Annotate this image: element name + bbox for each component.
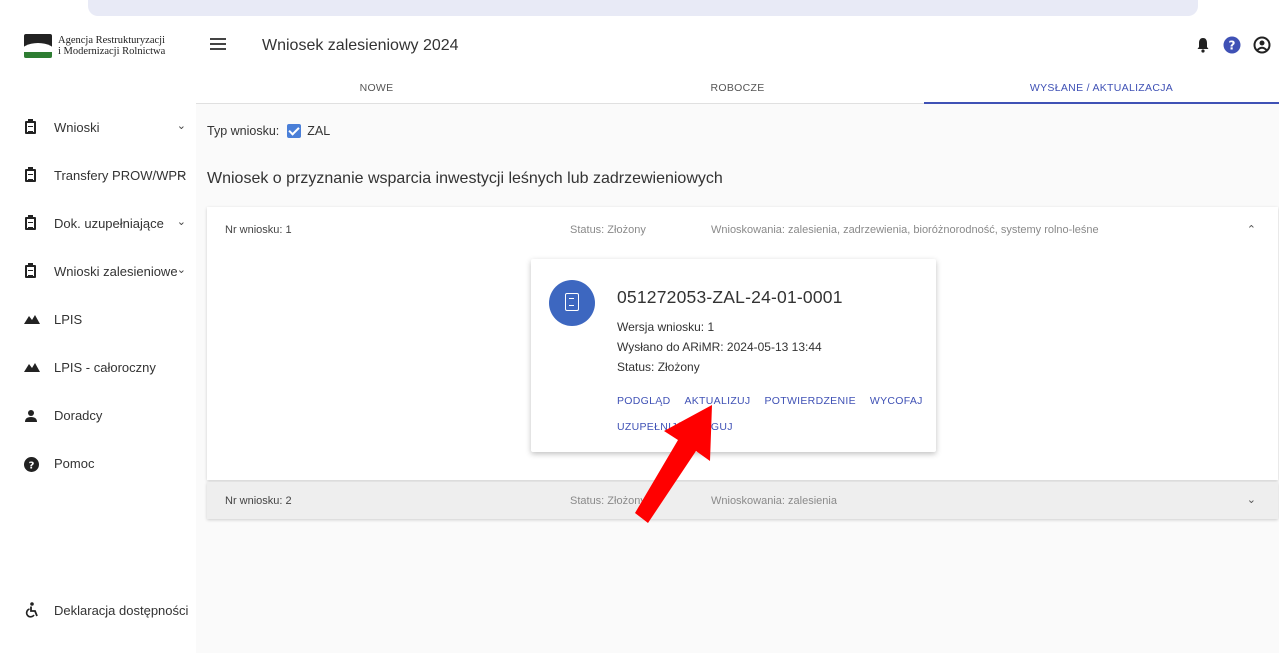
sidebar-item-label: LPIS <box>54 312 83 327</box>
application-sent-date: Wysłano do ARiMR: 2024-05-13 13:44 <box>617 340 822 354</box>
application-number: Nr wniosku: 1 <box>225 224 292 236</box>
application-card-status: Status: Złożony <box>617 360 700 374</box>
tab-wyslane-aktualizacja[interactable]: WYSŁANE / AKTUALIZACJA <box>924 72 1279 104</box>
sidebar-item-lpis[interactable]: LPIS <box>0 296 196 344</box>
application-panel-2[interactable]: Nr wniosku: 2 Status: Złożony Wnioskowan… <box>207 482 1278 519</box>
tab-robocze[interactable]: ROBOCZE <box>557 72 918 104</box>
sidebar-item-label: Wnioski <box>54 120 100 135</box>
chevron-down-icon: ⌄ <box>176 216 186 228</box>
person-icon <box>24 409 38 423</box>
sidebar-item-wnioski-zalesieniowe[interactable]: Wnioski zalesieniowe ⌄ <box>0 248 196 296</box>
card-actions: PODGLĄD AKTUALIZUJ POTWIERDZENIE WYCOFAJ <box>617 395 923 407</box>
sidebar-item-label: Pomoc <box>54 456 95 471</box>
sidebar-item-label: LPIS - całoroczny <box>54 360 156 375</box>
page-title: Wniosek zalesieniowy 2024 <box>262 37 459 54</box>
application-id: 051272053-ZAL-24-01-0001 <box>617 287 843 307</box>
section-title: Wniosek o przyznanie wsparcia inwestycji… <box>207 170 723 187</box>
document-icon <box>549 280 595 326</box>
help-icon: ? <box>24 457 39 472</box>
svg-text:?: ? <box>29 461 35 472</box>
application-status: Status: Złożony <box>570 495 646 507</box>
clipboard-icon <box>24 215 38 231</box>
logo-line-2: i Modernizacji Rolnictwa <box>58 46 166 57</box>
application-card: 051272053-ZAL-24-01-0001 Wersja wniosku:… <box>531 259 936 452</box>
withdraw-button[interactable]: WYCOFAJ <box>870 395 923 407</box>
arimr-logo[interactable]: Agencja Restrukturyzacji i Modernizacji … <box>24 34 165 58</box>
clipboard-icon <box>24 167 38 183</box>
application-type-filter: Typ wniosku: ZAL <box>207 124 330 138</box>
sidebar-item-label: Transfery PROW/WPR <box>54 168 187 183</box>
chevron-down-icon: ⌄ <box>1246 494 1256 506</box>
preview-button[interactable]: PODGLĄD <box>617 395 670 407</box>
chevron-up-icon: ⌃ <box>1246 224 1256 236</box>
account-icon[interactable] <box>1253 36 1271 59</box>
notification-bell-icon[interactable] <box>1195 37 1211 58</box>
app-header: Wniosek zalesieniowy 2024 ? <box>196 22 1279 72</box>
application-status: Status: Złożony <box>570 224 646 236</box>
clipboard-icon <box>24 263 38 279</box>
sidebar-item-dok-uzupelniajace[interactable]: Dok. uzupełniające ⌄ <box>0 200 196 248</box>
sidebar-item-doradcy[interactable]: Doradcy <box>0 392 196 440</box>
help-icon[interactable]: ? <box>1223 36 1241 59</box>
browser-address-bar <box>88 0 1198 16</box>
sidebar-item-label: Wnioski zalesieniowe <box>54 264 178 279</box>
application-panel-header-1[interactable]: Nr wniosku: 1 Status: Złożony Wnioskowan… <box>207 207 1278 253</box>
arimr-logo-icon <box>24 34 52 58</box>
chevron-down-icon: ⌄ <box>176 120 186 132</box>
sidebar: Agencja Restrukturyzacji i Modernizacji … <box>0 22 196 653</box>
accessibility-declaration-label: Deklaracja dostępności <box>54 602 189 618</box>
confirmation-button[interactable]: POTWIERDZENIE <box>764 395 855 407</box>
tab-bar: NOWE ROBOCZE WYSŁANE / AKTUALIZACJA <box>196 72 1279 104</box>
sidebar-item-wnioski[interactable]: Wnioski ⌄ <box>0 104 196 152</box>
tab-nowe[interactable]: NOWE <box>196 72 557 104</box>
terrain-icon <box>24 313 40 327</box>
zal-checkbox-label[interactable]: ZAL <box>307 124 330 138</box>
accessibility-declaration-link[interactable]: Deklaracja dostępności <box>24 602 188 618</box>
sidebar-item-transfery[interactable]: Transfery PROW/WPR ⌄ <box>0 152 196 200</box>
sidebar-item-pomoc[interactable]: ? Pomoc <box>0 440 196 488</box>
application-version: Wersja wniosku: 1 <box>617 320 715 334</box>
sidebar-nav: Wnioski ⌄ Transfery PROW/WPR ⌄ Dok. uzup… <box>0 104 196 488</box>
clipboard-icon <box>24 119 38 135</box>
menu-icon[interactable] <box>210 38 226 50</box>
zal-checkbox[interactable] <box>287 124 302 138</box>
application-requests: Wnioskowania: zalesienia <box>711 495 837 507</box>
sidebar-item-lpis-caloroczny[interactable]: LPIS - całoroczny <box>0 344 196 392</box>
application-requests: Wnioskowania: zalesienia, zadrzewienia, … <box>711 224 1099 236</box>
logo-line-1: Agencja Restrukturyzacji <box>58 35 165 46</box>
application-number: Nr wniosku: 2 <box>225 495 292 507</box>
complete-correct-button[interactable]: UZUPEŁNIJ/KORYGUJ <box>617 421 733 433</box>
accessibility-icon <box>24 602 40 618</box>
terrain-icon <box>24 361 40 375</box>
svg-text:?: ? <box>1229 39 1236 53</box>
update-button[interactable]: AKTUALIZUJ <box>684 395 750 407</box>
chevron-down-icon: ⌄ <box>176 264 186 276</box>
chevron-down-icon: ⌄ <box>176 168 186 180</box>
browser-strip <box>0 0 1279 22</box>
sidebar-item-label: Doradcy <box>54 408 103 423</box>
filter-label: Typ wniosku: <box>207 124 280 138</box>
sidebar-item-label: Dok. uzupełniające <box>54 216 164 231</box>
